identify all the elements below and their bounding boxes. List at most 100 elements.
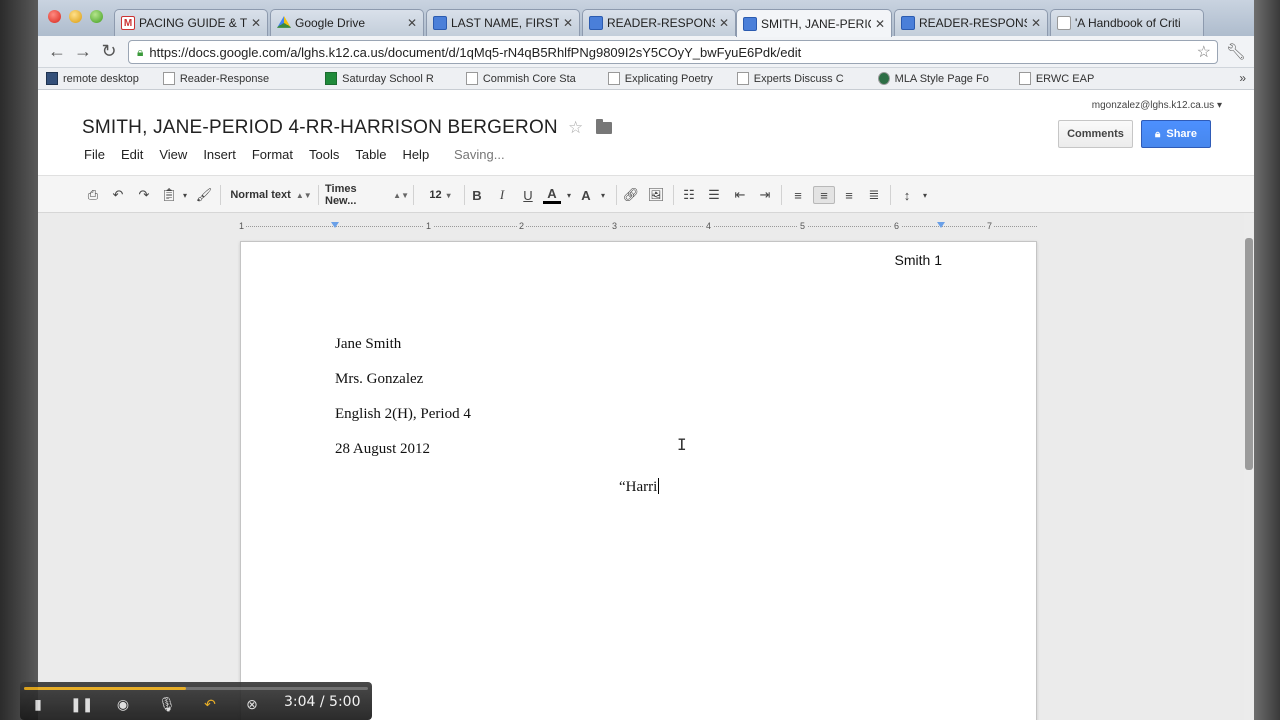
tab-smith-jane[interactable]: SMITH, JANE-PERIOD ✕: [736, 9, 892, 37]
page-header[interactable]: Smith 1: [895, 252, 942, 268]
volume-icon[interactable]: ▮: [28, 696, 48, 713]
increase-indent-icon[interactable]: ⇥: [756, 186, 774, 204]
bookmark-label: MLA Style Page Fo: [894, 72, 989, 85]
ruler-number: 3: [610, 221, 620, 231]
numbered-list-icon[interactable]: ☷: [680, 186, 698, 204]
account-email[interactable]: mgonzalez@lghs.k12.ca.us ▾: [1092, 100, 1222, 111]
tab-pacing-guide[interactable]: M PACING GUIDE & TEA ✕: [114, 9, 268, 36]
tab-label: READER-RESPONSE-S: [919, 16, 1027, 30]
font-size-select[interactable]: 12 ▾: [420, 186, 460, 204]
line-spacing-icon[interactable]: ↕: [898, 186, 916, 204]
page-icon: [162, 72, 175, 85]
pause-icon[interactable]: ❚❚: [70, 696, 93, 713]
microphone-icon[interactable]: 🎙︎: [157, 696, 177, 713]
essay-title[interactable]: “Harri: [619, 478, 660, 496]
wrench-icon[interactable]: 🔧︎: [1226, 42, 1246, 62]
chevron-down-icon[interactable]: ▾: [560, 186, 578, 204]
print-icon[interactable]: ⎙: [84, 186, 102, 204]
text-cursor: [658, 478, 660, 494]
bookmark-remote-desktop[interactable]: remote desktop: [46, 72, 139, 85]
cancel-recording-icon[interactable]: ⊗: [242, 696, 262, 713]
document-title[interactable]: SMITH, JANE-PERIOD 4-RR-HARRISON BERGERO…: [82, 117, 558, 139]
style-select[interactable]: Normal text ▲▼: [229, 186, 313, 204]
bulleted-list-icon[interactable]: ☰: [705, 186, 723, 204]
justify-icon[interactable]: ≣: [865, 186, 883, 204]
webcam-icon[interactable]: ◉: [113, 696, 133, 713]
align-left-icon[interactable]: ≡: [789, 186, 807, 204]
chevron-down-icon[interactable]: ▾: [176, 186, 194, 204]
tab-last-name[interactable]: LAST NAME, FIRST N ✕: [426, 9, 580, 36]
close-tab-icon[interactable]: ✕: [251, 16, 261, 30]
address-bar[interactable]: 🔒︎ https://docs.google.com/a/lghs.k12.ca…: [128, 40, 1218, 64]
reload-icon[interactable]: ↻: [98, 41, 120, 62]
right-indent-marker[interactable]: [937, 222, 945, 228]
share-button[interactable]: 🔒︎ Share: [1141, 120, 1211, 148]
scrollbar-thumb[interactable]: [1245, 238, 1253, 470]
decrease-indent-icon[interactable]: ⇤: [731, 186, 749, 204]
forward-icon[interactable]: →: [72, 41, 94, 62]
menu-tools[interactable]: Tools: [309, 147, 339, 162]
toolbar-divider: [781, 185, 782, 205]
close-tab-icon[interactable]: ✕: [719, 16, 729, 30]
close-window-button[interactable]: [48, 10, 61, 23]
align-right-icon[interactable]: ≡: [840, 186, 858, 204]
italic-button[interactable]: I: [493, 186, 511, 204]
zoom-window-button[interactable]: [90, 10, 103, 23]
teacher-name[interactable]: Mrs. Gonzalez: [335, 371, 423, 388]
bold-button[interactable]: B: [468, 186, 486, 204]
menu-table[interactable]: Table: [355, 147, 386, 162]
tab-reader-response-2[interactable]: READER-RESPONSE-S ✕: [894, 9, 1048, 36]
align-center-icon[interactable]: ≡: [813, 186, 835, 204]
underline-button[interactable]: U: [519, 186, 537, 204]
menu-format[interactable]: Format: [252, 147, 293, 162]
paint-format-icon[interactable]: 🖌︎: [195, 186, 213, 204]
highlight-color-button[interactable]: A: [577, 186, 595, 204]
vertical-scrollbar[interactable]: [1244, 213, 1254, 720]
bookmark-commish-core[interactable]: Commish Core Sta: [465, 72, 576, 85]
minimize-window-button[interactable]: [69, 10, 82, 23]
menu-help[interactable]: Help: [402, 147, 429, 162]
student-name[interactable]: Jane Smith: [335, 336, 401, 353]
tab-google-drive[interactable]: Google Drive ✕: [270, 9, 424, 36]
undo-icon[interactable]: ↶: [109, 186, 127, 204]
link-icon[interactable]: 🔗︎: [622, 186, 640, 204]
progress-bar[interactable]: [24, 687, 368, 690]
star-icon[interactable]: ☆: [568, 118, 583, 138]
tab-handbook[interactable]: 'A Handbook of Criti: [1050, 9, 1204, 36]
chevron-down-icon[interactable]: ▾: [594, 186, 612, 204]
text-color-button[interactable]: A: [543, 186, 561, 204]
close-tab-icon[interactable]: ✕: [563, 16, 573, 30]
date-line[interactable]: 28 August 2012: [335, 441, 430, 458]
toolbar-divider: [673, 185, 674, 205]
bookmark-experts-discuss[interactable]: Experts Discuss C: [736, 72, 844, 85]
comments-button[interactable]: Comments: [1058, 120, 1133, 148]
bookmark-saturday-school[interactable]: Saturday School R: [325, 72, 434, 85]
tab-reader-response-1[interactable]: READER-RESPONSE-S ✕: [582, 9, 736, 36]
indent-marker[interactable]: [331, 222, 339, 228]
back-icon[interactable]: ←: [46, 41, 68, 62]
bookmark-star-icon[interactable]: ☆: [1197, 42, 1211, 62]
image-icon[interactable]: 🖼︎: [647, 186, 665, 204]
class-period[interactable]: English 2(H), Period 4: [335, 406, 471, 423]
document-page[interactable]: Smith 1 Jane Smith Mrs. Gonzalez English…: [240, 241, 1037, 720]
more-bookmarks-icon[interactable]: »: [1239, 71, 1246, 85]
menu-view[interactable]: View: [159, 147, 187, 162]
chevron-down-icon[interactable]: ▾: [916, 186, 934, 204]
close-tab-icon[interactable]: ✕: [875, 17, 885, 31]
bookmark-explicating-poetry[interactable]: Explicating Poetry: [607, 72, 713, 85]
bookmark-mla-style[interactable]: MLA Style Page Fo: [877, 72, 989, 85]
close-tab-icon[interactable]: ✕: [1031, 16, 1041, 30]
redo-icon[interactable]: ↷: [135, 186, 153, 204]
undo-recording-icon[interactable]: ↶: [200, 696, 220, 713]
menu-insert[interactable]: Insert: [203, 147, 236, 162]
bookmark-label: Reader-Response: [179, 72, 270, 85]
close-tab-icon[interactable]: ✕: [407, 16, 417, 30]
font-select[interactable]: Times New... ▲▼: [325, 183, 409, 207]
ruler[interactable]: 1 1 2 3 4 5 6 7: [237, 221, 1037, 233]
folder-icon[interactable]: [596, 119, 612, 134]
bookmark-erwc-eap[interactable]: ERWC EAP: [1018, 72, 1094, 85]
tab-label: LAST NAME, FIRST N: [451, 16, 559, 30]
menu-file[interactable]: File: [84, 147, 105, 162]
menu-edit[interactable]: Edit: [121, 147, 143, 162]
bookmark-reader-response[interactable]: Reader-Response: [162, 72, 270, 85]
